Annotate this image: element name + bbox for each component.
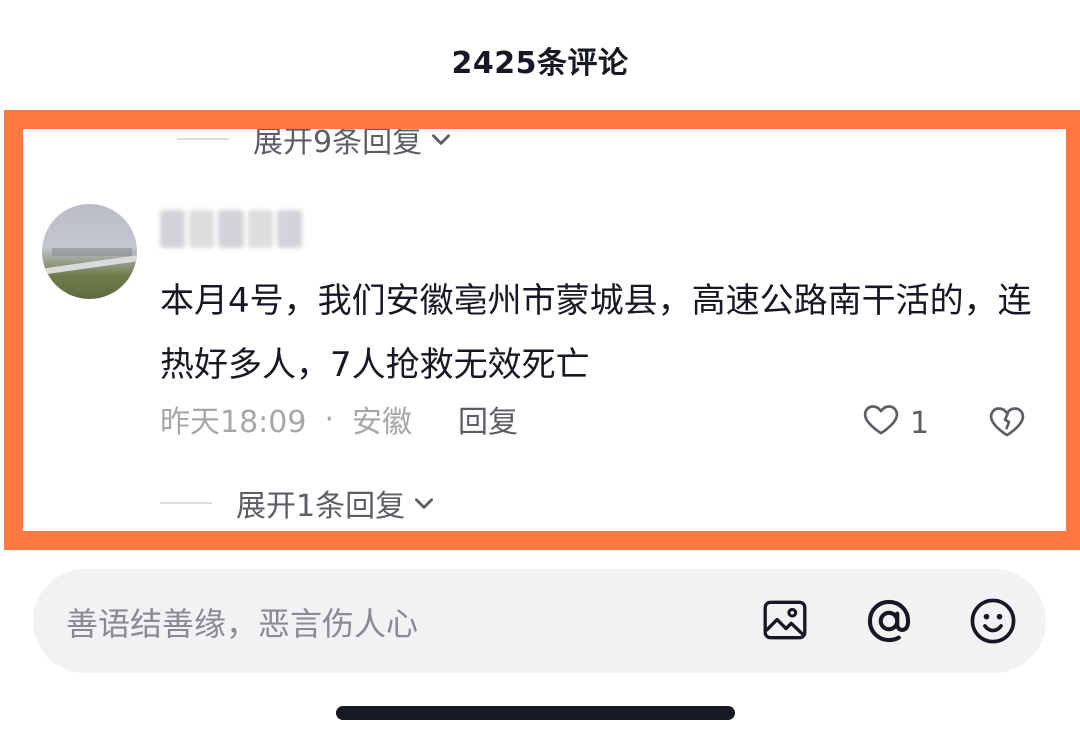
avatar[interactable]	[42, 204, 137, 299]
at-icon[interactable]	[863, 595, 915, 651]
image-icon[interactable]	[760, 595, 810, 649]
broken-heart-icon[interactable]	[986, 401, 1028, 445]
expand-replies-top[interactable]: 展开9条回复	[177, 125, 454, 161]
comment-location: 安徽	[352, 405, 413, 440]
emoji-icon[interactable]	[967, 595, 1019, 651]
chevron-down-icon	[411, 490, 437, 516]
reply-button[interactable]: 回复	[458, 397, 518, 441]
chevron-down-icon	[428, 129, 454, 152]
highlight-frame: 展开9条回复 本月4号，我们安徽亳州市蒙城县，高速公路南干活的，连热好多人，7人…	[4, 110, 1080, 550]
heart-icon	[860, 399, 902, 447]
comment-time: 昨天18:09	[160, 405, 307, 440]
expand-replies-label: 展开1条回复	[236, 489, 406, 524]
comment-text: 本月4号，我们安徽亳州市蒙城县，高速公路南干活的，连热好多人，7人抢救无效死亡	[160, 281, 1032, 385]
expand-replies-bottom[interactable]: 展开1条回复	[160, 481, 437, 525]
home-indicator[interactable]	[336, 706, 735, 720]
meta-separator: ·	[324, 401, 335, 437]
like-count: 1	[910, 405, 930, 441]
like-button[interactable]: 1	[860, 399, 929, 447]
comment-meta: 昨天18:09 · 安徽 回复	[160, 397, 518, 441]
comments-panel: 2425条评论 展开9条回复 本月4号，我们安徽亳州市蒙城县，高速公路南干活的，…	[0, 0, 1080, 735]
comment-input-placeholder: 善语结善缘，恶言伤人心	[66, 605, 419, 643]
comment-count-title: 2425条评论	[451, 46, 629, 81]
divider-line	[177, 138, 229, 140]
expand-replies-label: 展开9条回复	[253, 125, 423, 160]
username-blurred[interactable]	[160, 210, 303, 248]
divider-line	[160, 502, 212, 504]
comment-input[interactable]: 善语结善缘，恶言伤人心	[33, 569, 1046, 673]
